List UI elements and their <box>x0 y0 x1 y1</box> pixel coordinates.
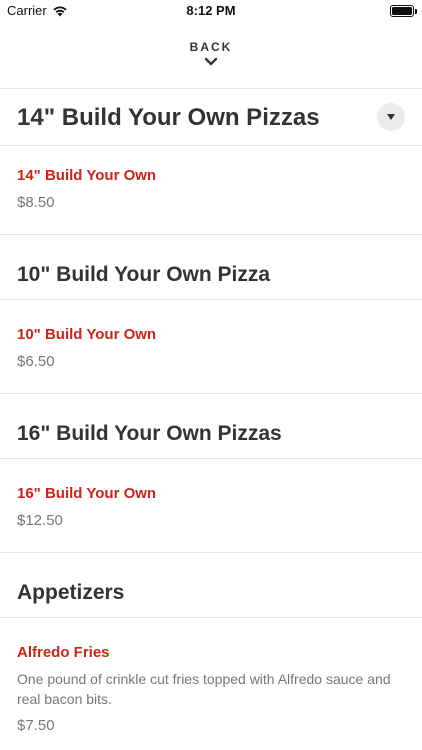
section-title: 14" Build Your Own Pizzas <box>17 104 320 131</box>
battery-cap <box>415 9 417 14</box>
clock: 8:12 PM <box>186 3 236 18</box>
divider <box>0 234 422 235</box>
chevron-down-icon <box>204 57 218 66</box>
section-title: 10" Build Your Own Pizza <box>17 263 271 286</box>
divider <box>0 299 422 300</box>
divider <box>0 88 422 89</box>
section-toggle-button[interactable] <box>377 103 405 131</box>
divider <box>0 617 422 618</box>
status-bar: Carrier 8:12 PM <box>0 0 422 22</box>
menu-item-name[interactable]: 14" Build Your Own <box>17 167 156 184</box>
section-title: Appetizers <box>17 581 125 604</box>
back-button[interactable]: BACK <box>0 36 422 86</box>
menu-item-name[interactable]: 10" Build Your Own <box>17 326 156 343</box>
caret-down-icon <box>387 114 395 120</box>
section-title: 16" Build Your Own Pizzas <box>17 422 282 445</box>
divider <box>0 458 422 459</box>
battery-level <box>392 7 412 15</box>
menu-item-price: $6.50 <box>17 353 55 370</box>
battery-icon <box>390 5 417 17</box>
menu-item-description: One pound of crinkle cut fries topped wi… <box>17 671 391 707</box>
menu-item-name[interactable]: 16" Build Your Own <box>17 485 156 502</box>
menu-item-price: $8.50 <box>17 194 55 211</box>
divider <box>0 393 422 394</box>
menu-item-name[interactable]: Alfredo Fries <box>17 644 110 661</box>
back-label: BACK <box>189 40 233 54</box>
divider <box>0 145 422 146</box>
menu-item-price: $12.50 <box>17 512 63 529</box>
menu-item-price: $7.50 <box>17 717 55 734</box>
divider <box>0 552 422 553</box>
